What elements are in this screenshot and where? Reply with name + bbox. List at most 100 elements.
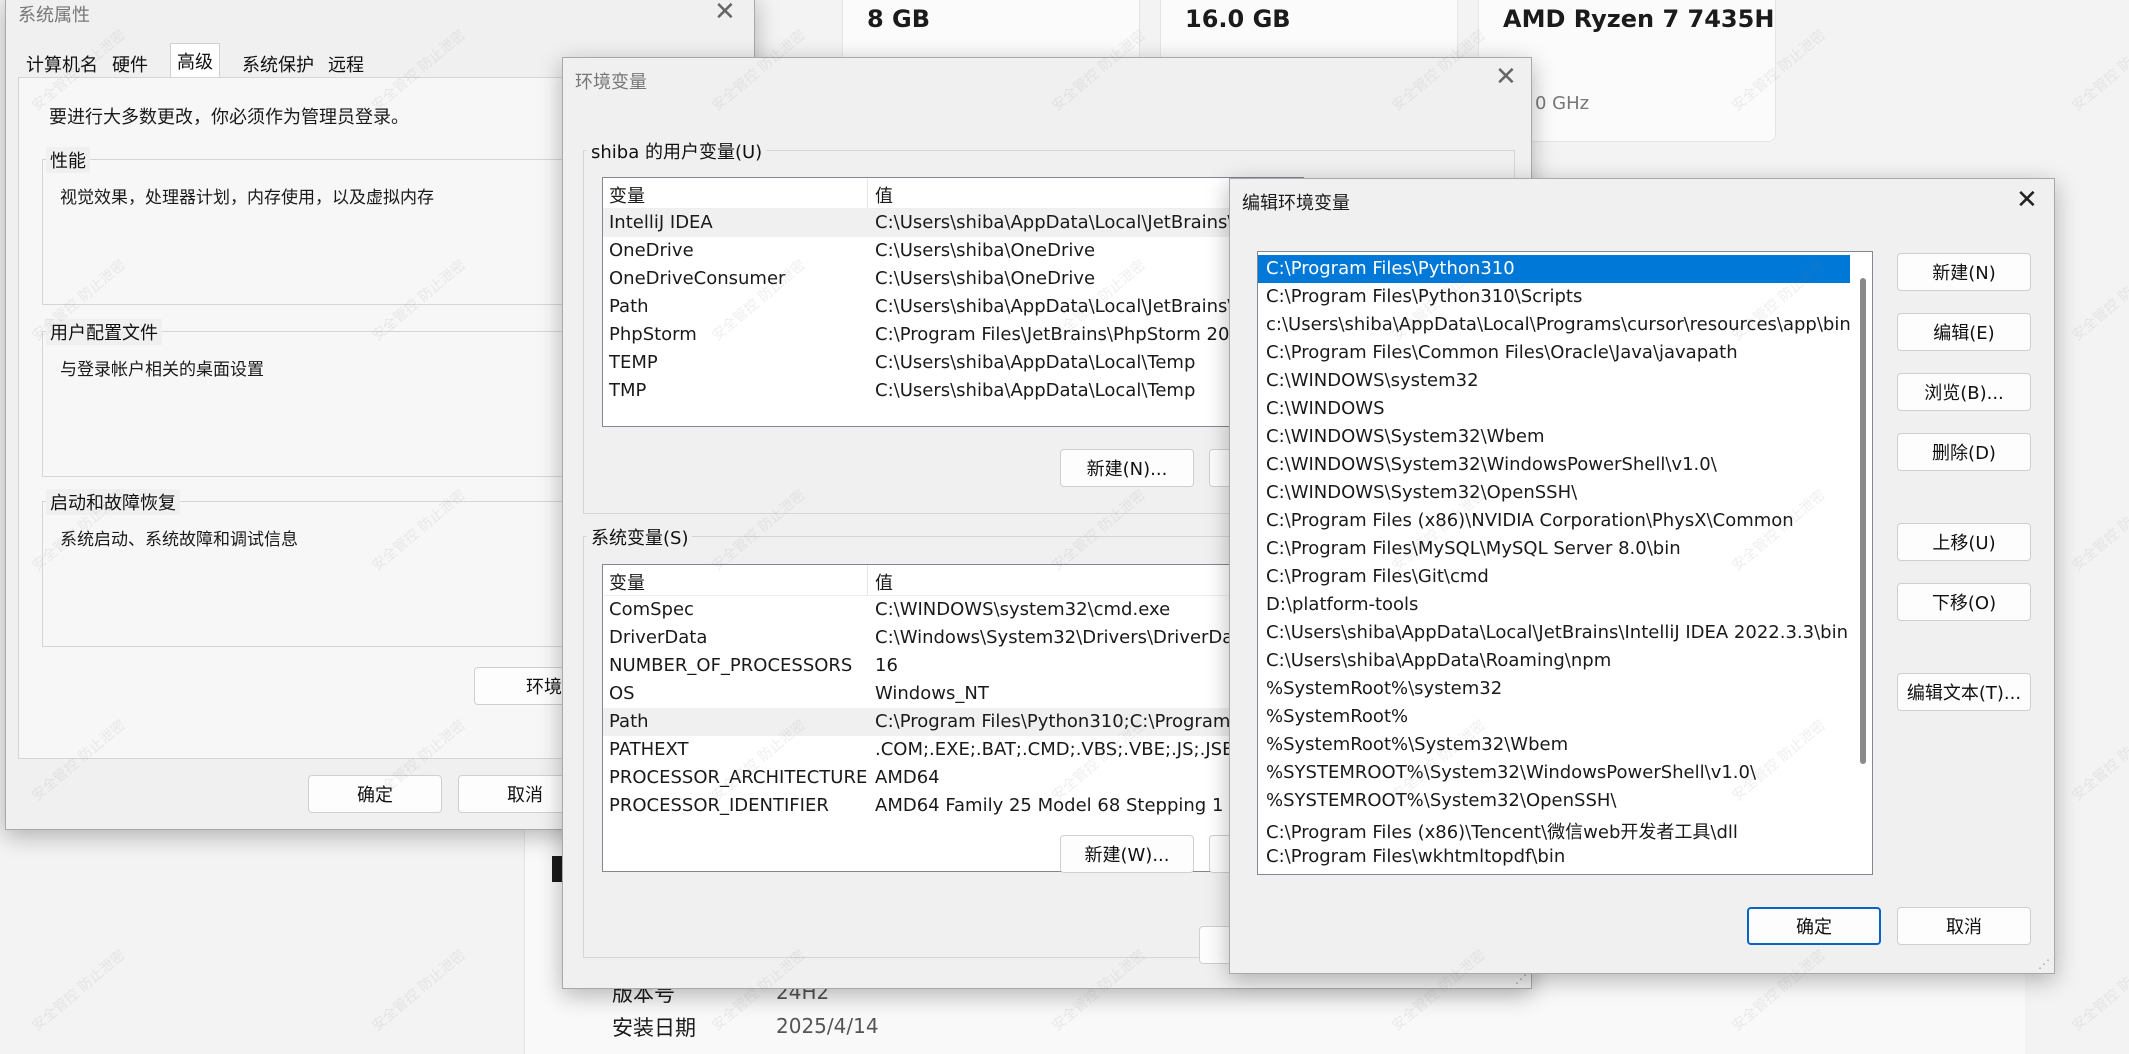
list-item[interactable]: C:\Users\shiba\AppData\Local\JetBrains\I… [1258,619,1850,647]
col-variable[interactable]: 变量 [609,569,645,595]
list-item[interactable]: C:\Program Files\Git\cmd [1258,563,1850,591]
close-icon[interactable]: ✕ [714,0,736,27]
variable-value: C:\WINDOWS\system32\cmd.exe [875,599,1171,620]
table-row[interactable]: IntelliJ IDEA C:\Users\shiba\AppData\Loca… [603,209,1303,237]
list-item[interactable]: %SYSTEMROOT%\System32\WindowsPowerShell\… [1258,759,1850,787]
close-icon[interactable]: ✕ [1495,62,1517,92]
list-item[interactable]: C:\WINDOWS\System32\Wbem [1258,423,1850,451]
variable-name: Path [609,296,649,317]
sys-new-button[interactable]: 新建(W)... [1060,835,1194,873]
cpu-value: AMD Ryzen 7 7435H [1503,5,1775,33]
list-item[interactable]: C:\Program Files\Python310\Scripts [1258,283,1850,311]
list-item[interactable]: %SystemRoot%\system32 [1258,675,1850,703]
list-item[interactable]: C:\Program Files\Python310 [1258,255,1850,283]
path-new-button[interactable]: 新建(N) [1897,253,2031,291]
tab-2[interactable]: 高级 [170,43,220,78]
user-new-button[interactable]: 新建(N)... [1060,449,1194,487]
table-row[interactable]: NUMBER_OF_PROCESSORS 16 [603,652,1303,680]
tab-0[interactable]: 计算机名 [20,47,104,81]
col-value[interactable]: 值 [875,569,893,595]
table-row[interactable]: TMP C:\Users\shiba\AppData\Local\Temp [603,377,1303,405]
list-item[interactable]: C:\Program Files\wkhtmltopdf\bin [1258,843,1850,871]
path-entry-text: C:\Users\shiba\AppData\Roaming\npm [1266,650,1612,671]
edit-env-ok-button[interactable]: 确定 [1747,907,1881,945]
tab-4[interactable]: 远程 [322,47,370,81]
list-item[interactable]: C:\WINDOWS\system32 [1258,367,1850,395]
user-profile-label: 用户配置文件 [46,319,162,345]
cpu-speed: 0 GHz [1535,93,1590,114]
table-row[interactable]: OneDriveConsumer C:\Users\shiba\OneDrive [603,265,1303,293]
list-item[interactable]: C:\Program Files\Common Files\Oracle\Jav… [1258,339,1850,367]
edit-env-ok-label: 确定 [1796,917,1832,938]
table-row[interactable]: OneDrive C:\Users\shiba\OneDrive [603,237,1303,265]
path-browse-button[interactable]: 浏览(B)... [1897,373,2031,411]
list-item[interactable]: C:\Program Files (x86)\Tencent\微信web开发者工… [1258,815,1850,843]
resize-grip-icon[interactable]: ⋰ [1515,972,1527,986]
list-item[interactable]: C:\WINDOWS\System32\WindowsPowerShell\v1… [1258,451,1850,479]
watermark-text: 安全管控 防止泄密 [369,947,469,1035]
edit-env-title: 编辑环境变量 [1242,193,1350,214]
list-item[interactable]: C:\Program Files\MySQL\MySQL Server 8.0\… [1258,535,1850,563]
col-variable[interactable]: 变量 [609,182,645,208]
tab-3[interactable]: 系统保护 [236,47,320,81]
storage-value: 16.0 GB [1185,5,1291,33]
ok-button[interactable]: 确定 [308,775,442,813]
scroll-thumb[interactable] [1860,278,1866,764]
variable-value: .COM;.EXE;.BAT;.CMD;.VBS;.VBE;.JS;.JSE;.… [875,739,1275,760]
memory-value: 8 GB [867,5,931,33]
path-move-down-button[interactable]: 下移(O) [1897,583,2031,621]
path-list-scrollbar[interactable] [1852,252,1872,874]
path-edit-label: 编辑(E) [1933,323,1995,344]
table-row[interactable]: PROCESSOR_ARCHITECTURE AMD64 [603,764,1303,792]
startup-recovery-label: 启动和故障恢复 [46,489,180,515]
path-delete-label: 删除(D) [1932,443,1996,464]
table-row[interactable]: DriverData C:\Windows\System32\Drivers\Dr… [603,624,1303,652]
table-row[interactable]: PATHEXT .COM;.EXE;.BAT;.CMD;.VBS;.VBE;.JS… [603,736,1303,764]
path-delete-button[interactable]: 删除(D) [1897,433,2031,471]
path-entry-text: C:\Program Files\Python310 [1266,258,1515,279]
cancel-label: 取消 [507,785,543,806]
list-item[interactable]: D:\platform-tools [1258,591,1850,619]
path-list[interactable]: C:\Program Files\Python310 C:\Program Fil… [1257,251,1873,875]
table-row[interactable]: OS Windows_NT [603,680,1303,708]
list-item[interactable]: C:\WINDOWS\System32\OpenSSH\ [1258,479,1850,507]
path-move-down-label: 下移(O) [1931,593,1997,614]
watermark-text: 安全管控 防止泄密 [2069,947,2129,1035]
table-row[interactable]: TEMP C:\Users\shiba\AppData\Local\Temp [603,349,1303,377]
list-item[interactable]: C:\Program Files (x86)\NVIDIA Corporatio… [1258,507,1850,535]
col-value[interactable]: 值 [875,182,893,208]
path-entry-text: C:\Program Files\MySQL\MySQL Server 8.0\… [1266,538,1681,559]
sys-vars-label: 系统变量(S) [587,524,693,550]
variable-value: C:\Windows\System32\Drivers\DriverData [875,627,1252,648]
resize-grip-icon[interactable]: ⋰ [2038,957,2050,971]
user-vars-list[interactable]: 变量 值 IntelliJ IDEA C:\Users\shiba\AppData… [602,177,1304,427]
path-move-up-button[interactable]: 上移(U) [1897,523,2031,561]
table-row[interactable]: Path C:\Users\shiba\AppData\Local\JetBrai… [603,293,1303,321]
table-row[interactable]: Path C:\Program Files\Python310;C:\Progra… [603,708,1303,736]
user-profile-desc: 与登录帐户相关的桌面设置 [60,360,264,380]
sys-vars-header: 变量 值 [603,565,1303,596]
path-edit-button[interactable]: 编辑(E) [1897,313,2031,351]
variable-name: OS [609,683,635,704]
sys-vars-list[interactable]: 变量 值 ComSpec C:\WINDOWS\system32\cmd.exe D… [602,564,1304,872]
table-row[interactable]: ComSpec C:\WINDOWS\system32\cmd.exe [603,596,1303,624]
list-item[interactable]: C:\WINDOWS [1258,395,1850,423]
edit-env-cancel-button[interactable]: 取消 [1897,907,2031,945]
variable-name: PhpStorm [609,324,697,345]
close-icon[interactable]: ✕ [2016,185,2038,215]
list-item[interactable]: c:\Users\shiba\AppData\Local\Programs\cu… [1258,311,1851,339]
list-item[interactable]: %SYSTEMROOT%\System32\OpenSSH\ [1258,787,1850,815]
path-entry-text: C:\Program Files\Common Files\Oracle\Jav… [1266,342,1738,363]
table-row[interactable]: PhpStorm C:\Program Files\JetBrains\PhpSt… [603,321,1303,349]
variable-name: PROCESSOR_ARCHITECTURE [609,767,868,788]
tab-1[interactable]: 硬件 [106,47,154,81]
list-item[interactable]: %SystemRoot%\System32\Wbem [1258,731,1850,759]
path-edit-text-button[interactable]: 编辑文本(T)... [1897,673,2031,711]
table-row[interactable]: PROCESSOR_IDENTIFIER AMD64 Family 25 Mode… [603,792,1303,820]
list-item[interactable]: %SystemRoot% [1258,703,1850,731]
list-item[interactable]: C:\Users\shiba\AppData\Roaming\npm [1258,647,1850,675]
environment-variables-title: 环境变量 [575,72,647,93]
environment-variables-label: 环境 [526,677,562,698]
path-browse-label: 浏览(B)... [1924,383,2004,404]
variable-value: C:\Users\shiba\OneDrive [875,240,1096,261]
